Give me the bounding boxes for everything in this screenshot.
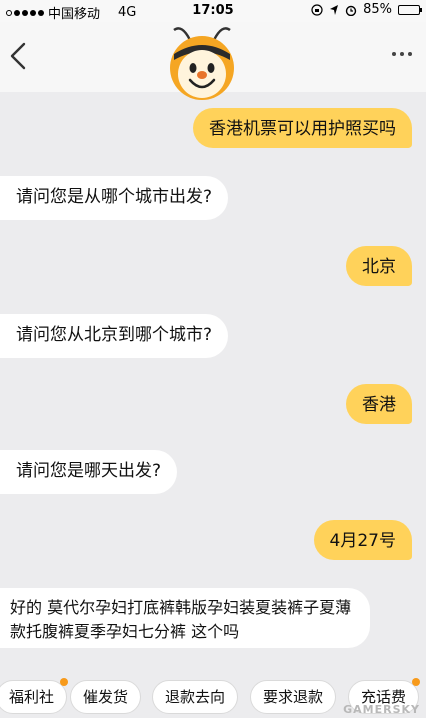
message-incoming[interactable]: 好的 莫代尔孕妇打底裤韩版孕妇装夏装裤子夏薄款托腹裤夏季孕妇七分裤 这个吗 <box>0 588 370 648</box>
alarm-icon <box>345 5 357 16</box>
message-incoming[interactable]: 请问您是哪天出发? <box>0 450 178 494</box>
battery-icon <box>398 4 422 15</box>
rotation-lock-icon <box>311 3 323 16</box>
quick-action-urge-shipping[interactable]: 催发货 <box>70 680 142 714</box>
location-icon <box>330 4 339 15</box>
quick-action-welfare[interactable]: 福利社 <box>0 678 69 714</box>
bee-mascot-icon[interactable] <box>160 22 244 106</box>
more-dots-icon <box>392 52 396 56</box>
message-incoming[interactable]: 请问您是从哪个城市出发? <box>0 176 229 220</box>
more-button[interactable] <box>392 52 412 56</box>
watermark: GAMERSKY <box>343 703 420 716</box>
message-outgoing[interactable]: 香港 <box>346 384 412 424</box>
message-outgoing[interactable]: 北京 <box>346 246 412 286</box>
notification-dot <box>60 678 69 686</box>
quick-action-label: 要求退款 <box>263 688 324 706</box>
notification-dot <box>412 678 421 686</box>
quick-action-label: 催发货 <box>83 688 129 706</box>
quick-action-label: 退款去向 <box>165 688 226 706</box>
quick-action-label: 福利社 <box>9 688 55 706</box>
battery-percent: 85% <box>363 2 392 17</box>
message-outgoing[interactable]: 香港机票可以用护照买吗 <box>193 108 412 148</box>
status-bar: 中国移动 4G 17:05 85% <box>0 0 426 22</box>
message-outgoing[interactable]: 4月27号 <box>313 520 412 560</box>
chevron-left-icon <box>10 42 26 70</box>
quick-action-refund-status[interactable]: 退款去向 <box>152 680 239 714</box>
message-incoming[interactable]: 请问您从北京到哪个城市? <box>0 314 229 358</box>
chat-header <box>0 22 426 100</box>
status-right: 85% <box>311 2 422 17</box>
quick-action-request-refund[interactable]: 要求退款 <box>250 680 337 714</box>
back-button[interactable] <box>4 36 34 76</box>
